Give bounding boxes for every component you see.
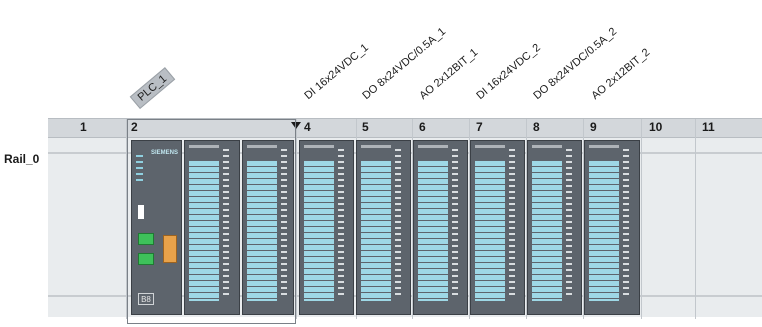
terminal-strip <box>623 149 629 299</box>
terminal-strip <box>452 149 458 299</box>
module-header <box>589 145 619 148</box>
slot-number-1: 1 <box>80 120 87 134</box>
rail-name-label: Rail_0 <box>4 152 40 166</box>
slot-number-4: 4 <box>304 120 311 134</box>
slot-number-10: 10 <box>649 120 663 134</box>
terminal-strip <box>281 149 287 299</box>
channel-strip <box>304 161 334 301</box>
module-label-ao-2[interactable]: AO 2x12BIT_2 <box>589 46 652 102</box>
module-header <box>304 145 334 148</box>
slot-separator <box>695 119 696 319</box>
status-led <box>136 179 143 181</box>
plc-name-label[interactable]: PLC_1 <box>129 67 175 109</box>
terminal-strip <box>566 149 572 299</box>
slot-number-11: 11 <box>702 120 715 134</box>
cpu-integrated-io[interactable] <box>242 140 294 315</box>
terminal-strip <box>395 149 401 299</box>
status-led <box>136 167 143 169</box>
module-header <box>361 145 391 148</box>
device-view-canvas[interactable]: PLC_1 DI 16x24VDC_1 DO 8x24VDC/0.5A_1 AO… <box>0 0 762 327</box>
terminal-strip <box>223 149 229 299</box>
siemens-logo: SIEMENS <box>151 150 179 156</box>
channel-strip <box>247 161 277 301</box>
channel-strip <box>361 161 391 301</box>
io-module-do-1[interactable] <box>356 140 411 315</box>
slot-number-9: 9 <box>590 120 597 134</box>
slot-number-6: 6 <box>419 120 426 134</box>
cpu-module[interactable]: SIEMENS B8 <box>131 140 182 315</box>
channel-strip <box>532 161 562 301</box>
channel-strip <box>589 161 619 301</box>
io-module-di-2[interactable] <box>470 140 525 315</box>
channel-strip <box>189 161 219 301</box>
slot-number-8: 8 <box>533 120 540 134</box>
io-module-ao-2[interactable] <box>584 140 640 315</box>
module-header <box>418 145 448 148</box>
terminal-strip <box>509 149 515 299</box>
mode-switch-icon[interactable] <box>138 205 144 219</box>
ethernet-port-icon[interactable] <box>138 253 154 265</box>
slot-separator <box>641 119 642 319</box>
status-led <box>136 173 143 175</box>
terminal-strip <box>338 149 344 299</box>
module-header <box>247 145 277 148</box>
status-led <box>136 161 143 163</box>
io-module-di-1[interactable] <box>299 140 354 315</box>
io-module-ao-1[interactable] <box>413 140 468 315</box>
status-led <box>136 155 143 157</box>
dsub-connector-icon[interactable] <box>163 235 177 263</box>
module-header <box>475 145 505 148</box>
io-module-do-2[interactable] <box>527 140 582 315</box>
ethernet-port-icon[interactable] <box>138 233 154 245</box>
channel-strip <box>475 161 505 301</box>
slot-number-5: 5 <box>362 120 369 134</box>
channel-strip <box>418 161 448 301</box>
slot-separator <box>296 119 297 319</box>
module-header <box>532 145 562 148</box>
module-label-ao-1[interactable]: AO 2x12BIT_1 <box>417 46 480 102</box>
cpu-integrated-io[interactable] <box>184 140 240 315</box>
slot-number-7: 7 <box>476 120 483 134</box>
module-header <box>189 145 219 148</box>
cpu-display: B8 <box>138 293 154 305</box>
